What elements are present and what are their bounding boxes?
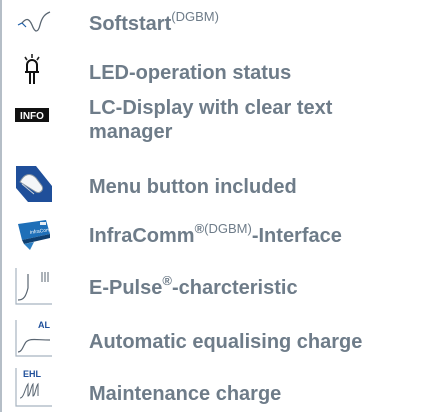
feature-row-equalising-charge: AL Automatic equalising charge [0, 312, 439, 364]
feature-label: Softstart(DGBM) [89, 9, 219, 35]
feature-label: LED-operation status [89, 62, 292, 84]
svg-text:AL: AL [38, 320, 50, 330]
maintenance-charge-curve-icon: EHL [14, 368, 54, 407]
feature-row-softstart: Softstart(DGBM) [0, 0, 439, 44]
feature-label: Maintenance charge [89, 383, 282, 405]
softstart-curve-icon [14, 6, 54, 42]
trademark-note: (DGBM) [204, 221, 252, 236]
e-pulse-curve-icon [14, 266, 54, 305]
infracomm-device-icon: InfraComm [14, 214, 54, 250]
led-icon [14, 52, 54, 88]
feature-row-lc-display: INFO LC-Display with clear text manager [0, 94, 439, 156]
feature-label: E-Pulse®-charcteristic [89, 273, 298, 299]
feature-row-infracomm: InfraComm InfraComm®(DGBM)-Interface [0, 210, 439, 260]
svg-text:EHL: EHL [23, 369, 42, 379]
feature-row-menu-button: Menu button included [0, 160, 439, 208]
registered-mark: ® [162, 273, 172, 288]
info-icon: INFO [14, 106, 54, 142]
feature-row-e-pulse: E-Pulse®-charcteristic [0, 262, 439, 310]
trademark-note: (DGBM) [171, 9, 219, 24]
feature-label: LC-Display with clear text manager [89, 97, 333, 143]
feature-row-led: LED-operation status [0, 46, 439, 92]
registered-mark: ® [194, 221, 205, 236]
feature-list: Softstart(DGBM) LED-operation status INF… [0, 0, 439, 412]
menu-button-press-icon [14, 164, 54, 202]
feature-label: InfraComm®(DGBM)-Interface [89, 221, 342, 247]
feature-row-maintenance-charge: EHL Maintenance charge [0, 366, 439, 412]
feature-label: Menu button included [89, 176, 297, 198]
feature-label: Automatic equalising charge [89, 331, 363, 353]
svg-text:INFO: INFO [20, 111, 44, 122]
equalising-charge-curve-icon: AL [14, 318, 54, 357]
